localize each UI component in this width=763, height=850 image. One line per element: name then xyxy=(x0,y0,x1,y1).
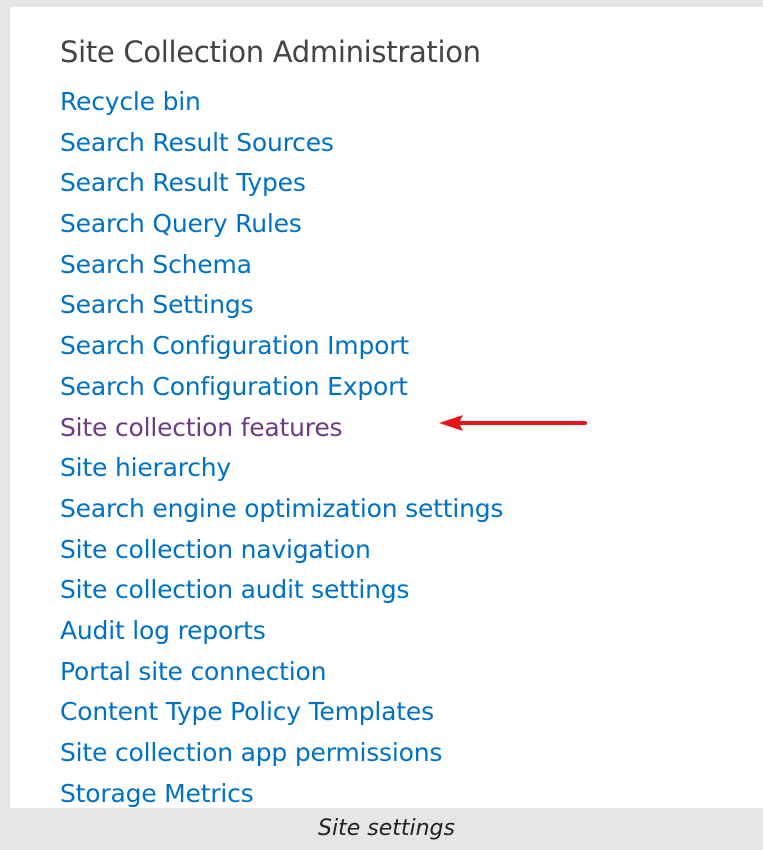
link-audit-log-reports[interactable]: Audit log reports xyxy=(60,611,503,652)
link-recycle-bin[interactable]: Recycle bin xyxy=(60,82,503,123)
link-storage-metrics[interactable]: Storage Metrics xyxy=(60,774,503,808)
site-settings-panel: Site Collection Administration Recycle b… xyxy=(10,7,763,808)
figure-caption: Site settings xyxy=(10,808,763,850)
link-search-engine-optimization-settings[interactable]: Search engine optimization settings xyxy=(60,489,503,530)
section-heading: Site Collection Administration xyxy=(60,35,481,69)
link-search-configuration-export[interactable]: Search Configuration Export xyxy=(60,367,503,408)
link-search-result-sources[interactable]: Search Result Sources xyxy=(60,123,503,164)
link-search-settings[interactable]: Search Settings xyxy=(60,285,503,326)
admin-link-list: Recycle bin Search Result Sources Search… xyxy=(60,82,503,808)
link-site-hierarchy[interactable]: Site hierarchy xyxy=(60,448,503,489)
link-search-schema[interactable]: Search Schema xyxy=(60,245,503,286)
red-left-arrow-icon xyxy=(439,415,587,431)
link-search-result-types[interactable]: Search Result Types xyxy=(60,163,503,204)
link-site-collection-audit-settings[interactable]: Site collection audit settings xyxy=(60,570,503,611)
link-search-configuration-import[interactable]: Search Configuration Import xyxy=(60,326,503,367)
link-site-collection-navigation[interactable]: Site collection navigation xyxy=(60,530,503,571)
link-site-collection-app-permissions[interactable]: Site collection app permissions xyxy=(60,733,503,774)
screenshot-frame: Site Collection Administration Recycle b… xyxy=(0,0,763,850)
link-search-query-rules[interactable]: Search Query Rules xyxy=(60,204,503,245)
left-border xyxy=(0,0,10,850)
top-border xyxy=(0,0,763,7)
link-content-type-policy-templates[interactable]: Content Type Policy Templates xyxy=(60,692,503,733)
link-portal-site-connection[interactable]: Portal site connection xyxy=(60,652,503,693)
